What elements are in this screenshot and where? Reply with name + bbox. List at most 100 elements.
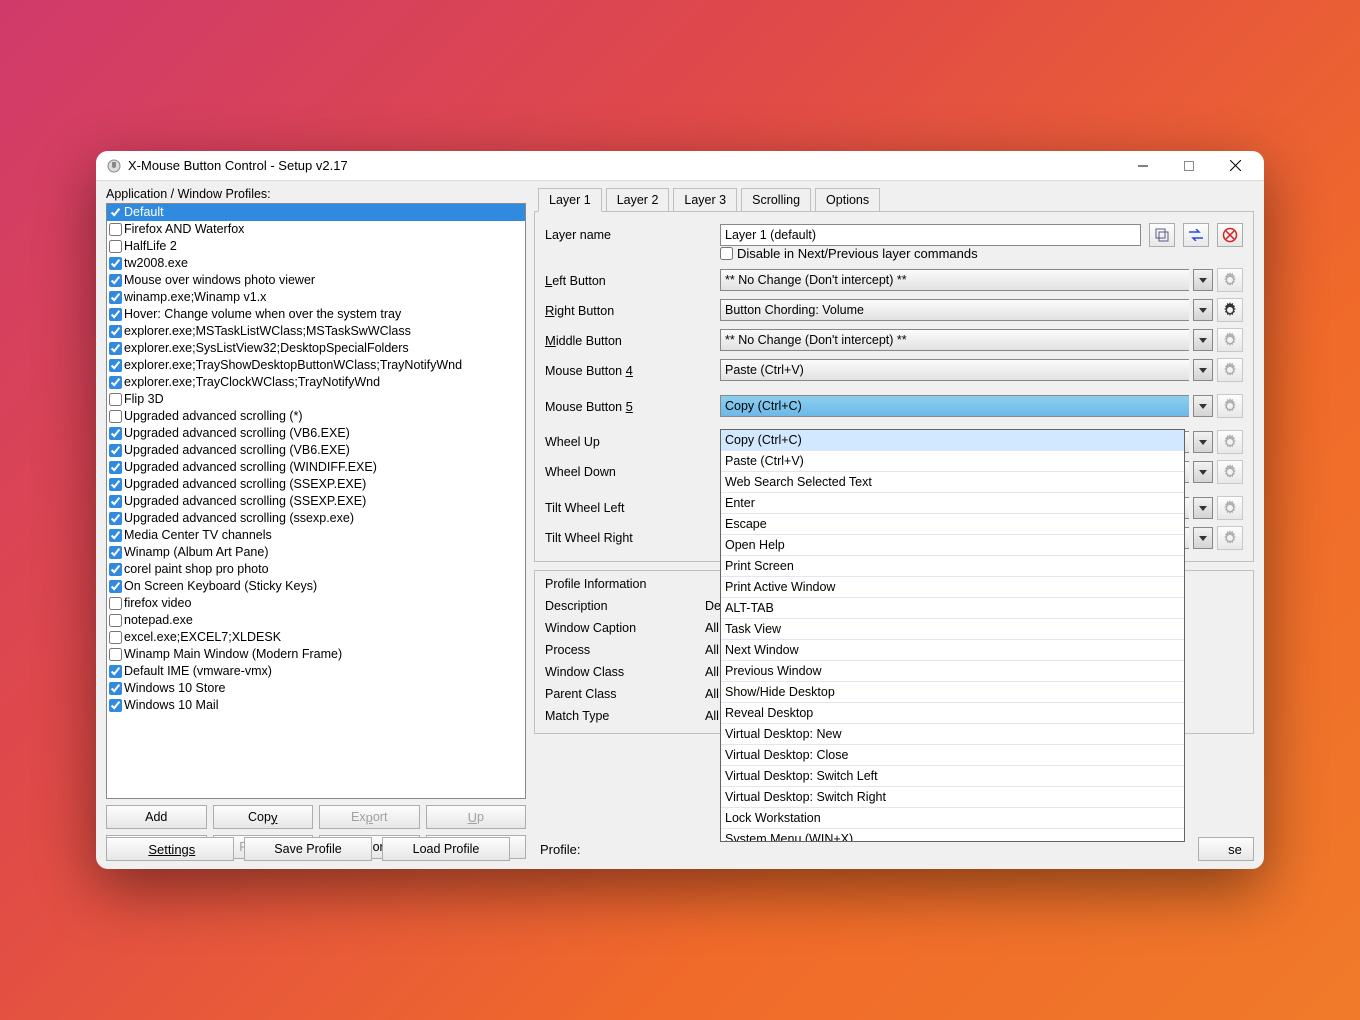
chevron-down-icon[interactable]: [1193, 299, 1213, 321]
dropdown-item[interactable]: Next Window: [721, 640, 1184, 661]
chevron-down-icon[interactable]: [1193, 395, 1213, 417]
dropdown-item[interactable]: Enter: [721, 493, 1184, 514]
profile-checkbox[interactable]: [109, 325, 122, 338]
profile-row[interactable]: Upgraded advanced scrolling (*): [107, 408, 525, 425]
profile-checkbox[interactable]: [109, 206, 122, 219]
profile-row[interactable]: Upgraded advanced scrolling (SSEXP.EXE): [107, 476, 525, 493]
tab-layer-2[interactable]: Layer 2: [606, 188, 670, 212]
profile-row[interactable]: Hover: Change volume when over the syste…: [107, 306, 525, 323]
load-profile-button[interactable]: Load Profile: [382, 837, 510, 861]
profile-row[interactable]: Mouse over windows photo viewer: [107, 272, 525, 289]
chevron-down-icon[interactable]: [1193, 329, 1213, 351]
dropdown-item[interactable]: Virtual Desktop: New: [721, 724, 1184, 745]
profile-row[interactable]: HalfLife 2: [107, 238, 525, 255]
swap-layers-icon[interactable]: [1183, 223, 1209, 247]
profile-checkbox[interactable]: [109, 614, 122, 627]
settings-button[interactable]: Settings: [106, 837, 234, 861]
action-select[interactable]: Button Chording: Volume: [720, 299, 1189, 321]
profile-row[interactable]: excel.exe;EXCEL7;XLDESK: [107, 629, 525, 646]
dropdown-item[interactable]: Escape: [721, 514, 1184, 535]
profile-row[interactable]: Upgraded advanced scrolling (VB6.EXE): [107, 442, 525, 459]
profile-row[interactable]: Winamp Main Window (Modern Frame): [107, 646, 525, 663]
profile-checkbox[interactable]: [109, 223, 122, 236]
tab-layer-3[interactable]: Layer 3: [673, 188, 737, 212]
profiles-listbox[interactable]: DefaultFirefox AND WaterfoxHalfLife 2tw2…: [106, 203, 526, 799]
profile-checkbox[interactable]: [109, 376, 122, 389]
dropdown-item[interactable]: Virtual Desktop: Switch Right: [721, 787, 1184, 808]
dropdown-item[interactable]: Reveal Desktop: [721, 703, 1184, 724]
profile-row[interactable]: Firefox AND Waterfox: [107, 221, 525, 238]
profile-checkbox[interactable]: [109, 240, 122, 253]
partially-covered-button[interactable]: se: [1198, 837, 1254, 861]
dropdown-item[interactable]: System Menu (WIN+X): [721, 829, 1184, 842]
action-select[interactable]: ** No Change (Don't intercept) **: [720, 329, 1189, 351]
mouse-button-5-dropdown[interactable]: Copy (Ctrl+C)Paste (Ctrl+V)Web Search Se…: [720, 429, 1185, 842]
profile-row[interactable]: Windows 10 Store: [107, 680, 525, 697]
profile-checkbox[interactable]: [109, 529, 122, 542]
close-button[interactable]: [1212, 152, 1258, 180]
copy-button[interactable]: Copy: [213, 805, 314, 829]
profile-checkbox[interactable]: [109, 699, 122, 712]
profile-row[interactable]: Default IME (vmware-vmx): [107, 663, 525, 680]
dropdown-item[interactable]: Web Search Selected Text: [721, 472, 1184, 493]
profile-row[interactable]: tw2008.exe: [107, 255, 525, 272]
action-select[interactable]: Paste (Ctrl+V): [720, 359, 1189, 381]
revert-layer-icon[interactable]: [1217, 223, 1243, 247]
profile-checkbox[interactable]: [109, 563, 122, 576]
profile-checkbox[interactable]: [109, 291, 122, 304]
copy-layer-icon[interactable]: [1149, 223, 1175, 247]
dropdown-item[interactable]: Open Help: [721, 535, 1184, 556]
dropdown-item[interactable]: Previous Window: [721, 661, 1184, 682]
tab-options[interactable]: Options: [815, 188, 880, 212]
dropdown-item[interactable]: Lock Workstation: [721, 808, 1184, 829]
profile-row[interactable]: Windows 10 Mail: [107, 697, 525, 714]
dropdown-item[interactable]: Paste (Ctrl+V): [721, 451, 1184, 472]
profile-checkbox[interactable]: [109, 495, 122, 508]
profile-row[interactable]: corel paint shop pro photo: [107, 561, 525, 578]
profile-row[interactable]: Upgraded advanced scrolling (ssexp.exe): [107, 510, 525, 527]
profile-checkbox[interactable]: [109, 512, 122, 525]
profile-row[interactable]: Upgraded advanced scrolling (WINDIFF.EXE…: [107, 459, 525, 476]
profile-row[interactable]: explorer.exe;MSTaskListWClass;MSTaskSwWC…: [107, 323, 525, 340]
action-select[interactable]: Copy (Ctrl+C): [720, 395, 1189, 417]
add-button[interactable]: Add: [106, 805, 207, 829]
dropdown-item[interactable]: Copy (Ctrl+C): [721, 430, 1184, 451]
chevron-down-icon[interactable]: [1193, 269, 1213, 291]
profile-row[interactable]: winamp.exe;Winamp v1.x: [107, 289, 525, 306]
dropdown-item[interactable]: Show/Hide Desktop: [721, 682, 1184, 703]
profile-row[interactable]: Winamp (Album Art Pane): [107, 544, 525, 561]
layer-name-input[interactable]: [720, 224, 1141, 246]
chevron-down-icon[interactable]: [1193, 527, 1213, 549]
minimize-button[interactable]: [1120, 152, 1166, 180]
profile-checkbox[interactable]: [109, 444, 122, 457]
profile-checkbox[interactable]: [109, 597, 122, 610]
profile-row[interactable]: explorer.exe;TrayClockWClass;TrayNotifyW…: [107, 374, 525, 391]
chevron-down-icon[interactable]: [1193, 497, 1213, 519]
profile-checkbox[interactable]: [109, 342, 122, 355]
profile-row[interactable]: explorer.exe;SysListView32;DesktopSpecia…: [107, 340, 525, 357]
tab-layer-1[interactable]: Layer 1: [538, 188, 602, 212]
profile-checkbox[interactable]: [109, 274, 122, 287]
profile-row[interactable]: Default: [107, 204, 525, 221]
profile-checkbox[interactable]: [109, 580, 122, 593]
tab-scrolling[interactable]: Scrolling: [741, 188, 811, 212]
profile-row[interactable]: Flip 3D: [107, 391, 525, 408]
gear-icon[interactable]: [1217, 298, 1243, 322]
profile-row[interactable]: Media Center TV channels: [107, 527, 525, 544]
profile-checkbox[interactable]: [109, 308, 122, 321]
profile-checkbox[interactable]: [109, 665, 122, 678]
profile-row[interactable]: On Screen Keyboard (Sticky Keys): [107, 578, 525, 595]
profile-row[interactable]: explorer.exe;TrayShowDesktopButtonWClass…: [107, 357, 525, 374]
profile-checkbox[interactable]: [109, 359, 122, 372]
profile-checkbox[interactable]: [109, 410, 122, 423]
dropdown-item[interactable]: Print Active Window: [721, 577, 1184, 598]
dropdown-item[interactable]: Print Screen: [721, 556, 1184, 577]
profile-checkbox[interactable]: [109, 427, 122, 440]
dropdown-item[interactable]: Virtual Desktop: Switch Left: [721, 766, 1184, 787]
action-select[interactable]: ** No Change (Don't intercept) **: [720, 269, 1189, 291]
profile-checkbox[interactable]: [109, 682, 122, 695]
profile-row[interactable]: firefox video: [107, 595, 525, 612]
profile-row[interactable]: notepad.exe: [107, 612, 525, 629]
profile-checkbox[interactable]: [109, 461, 122, 474]
profile-checkbox[interactable]: [109, 257, 122, 270]
